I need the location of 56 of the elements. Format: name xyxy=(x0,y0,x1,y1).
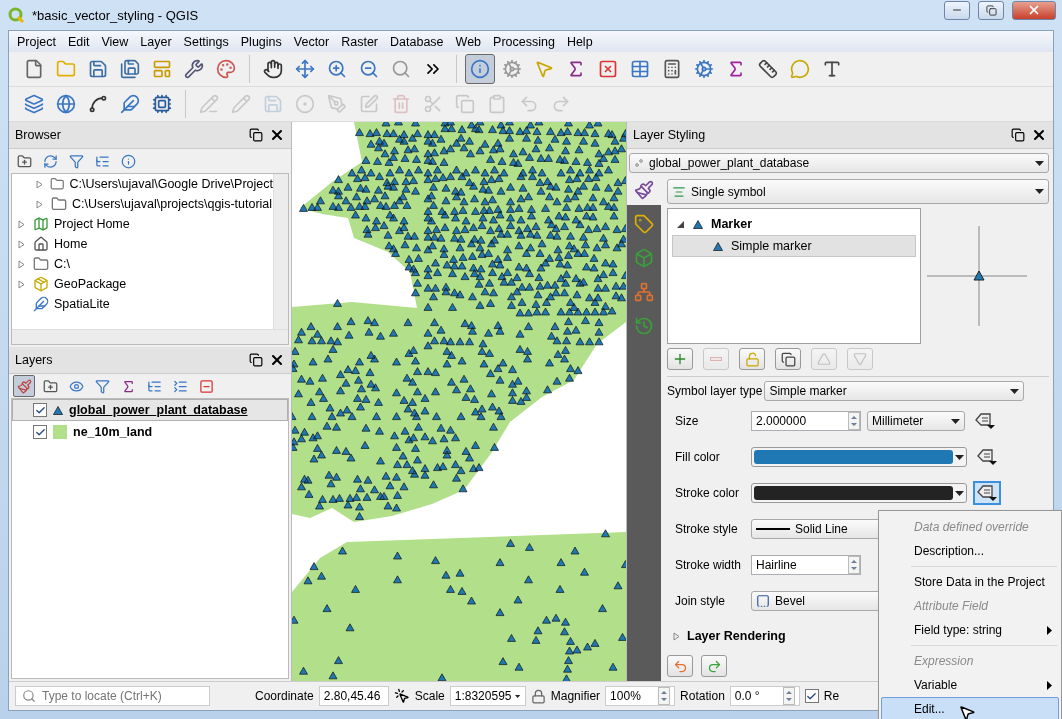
locator-field[interactable]: Type to locate (Ctrl+K) xyxy=(15,686,210,706)
field-label: Coordinate xyxy=(255,689,314,703)
scale-dropdown[interactable]: 1:8320595 xyxy=(449,686,526,706)
browser-item[interactable]: C:\Users\ujaval\projects\qgis-tutorial xyxy=(12,194,273,214)
browser-item[interactable]: SpatiaLite xyxy=(12,294,273,314)
menu-item[interactable]: Vector xyxy=(287,34,336,49)
field-label: Symbol layer type xyxy=(667,384,763,398)
browser-item[interactable]: Project Home xyxy=(12,214,273,234)
layer-dropdown[interactable]: global_power_plant_database xyxy=(629,153,1049,173)
menu-item[interactable]: Edit... xyxy=(881,697,1059,719)
coordinate-field[interactable]: 2.80,45.46 xyxy=(318,686,389,706)
menu-item[interactable]: Layer xyxy=(134,34,178,49)
map-layer-row[interactable]: global_power_plant_database xyxy=(12,399,288,421)
panel-title: Browser xyxy=(15,128,62,142)
field-label: Stroke width xyxy=(675,558,743,572)
spin-field[interactable]: Hairline xyxy=(751,555,861,575)
field-label: Stroke color xyxy=(675,486,741,500)
map-layer-row[interactable]: ne_10m_land xyxy=(12,421,288,443)
window-title: *basic_vector_styling - QGIS xyxy=(32,7,200,23)
menu-item[interactable]: View xyxy=(95,34,135,49)
menu-item[interactable]: Database xyxy=(384,34,450,49)
menu-item[interactable]: Raster xyxy=(335,34,385,49)
field-label: Size xyxy=(675,414,700,428)
panel-title: Layers xyxy=(15,353,54,367)
menu-item[interactable]: Project xyxy=(11,34,62,49)
menu-item[interactable]: Processing xyxy=(487,34,561,49)
unit-dropdown[interactable]: Millimeter xyxy=(867,411,965,431)
symbol-item[interactable]: Marker xyxy=(672,213,916,235)
menu-item[interactable]: Description... xyxy=(881,539,1059,563)
menu-item[interactable]: Edit xyxy=(61,34,96,49)
menu-item[interactable]: Field type: string xyxy=(881,618,1059,642)
browser-item[interactable]: Home xyxy=(12,234,273,254)
field-label: Fill color xyxy=(675,450,721,464)
symbol-layer-type-dropdown[interactable]: Simple marker xyxy=(764,381,1025,401)
render-label: Re xyxy=(823,689,840,703)
section-title[interactable]: Layer Rendering xyxy=(687,629,786,643)
magnifier-field[interactable]: 100% xyxy=(605,686,676,706)
panel-title: Layer Styling xyxy=(633,128,707,142)
menu-item[interactable]: Help xyxy=(560,34,599,49)
menu-item[interactable]: Variable xyxy=(881,673,1059,697)
field-label: Magnifier xyxy=(550,689,601,703)
menu-item[interactable]: Store Data in the Project xyxy=(881,570,1059,594)
renderer-dropdown[interactable]: Single symbol xyxy=(667,179,1049,204)
field-label: Join style xyxy=(675,594,727,608)
rotation-field[interactable]: 0.0 ° xyxy=(729,686,800,706)
field-label: Stroke style xyxy=(675,522,739,536)
spin-field[interactable]: 2.000000 xyxy=(751,411,861,431)
symbol-layer-item[interactable]: Simple marker xyxy=(672,235,916,257)
menu-item[interactable]: Settings xyxy=(177,34,235,49)
browser-item[interactable]: GeoPackage xyxy=(12,274,273,294)
field-label: Scale xyxy=(414,689,445,703)
menu-item[interactable]: Plugins xyxy=(234,34,288,49)
menu-item[interactable]: Web xyxy=(449,34,488,49)
browser-item[interactable]: C:\Users\ujaval\Google Drive\Project xyxy=(12,174,273,194)
field-label: Rotation xyxy=(680,689,725,703)
browser-item[interactable]: C:\ xyxy=(12,254,273,274)
